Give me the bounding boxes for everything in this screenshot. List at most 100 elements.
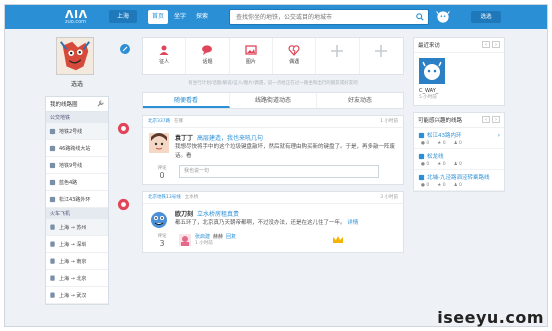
reply-avatar[interactable] bbox=[179, 233, 191, 246]
suggested-line[interactable]: 松江43路内环 › ● 0 ★ 0 ♟ 0 bbox=[414, 128, 504, 149]
train-icon bbox=[50, 291, 55, 298]
nav-ride[interactable]: 坐字 bbox=[170, 10, 190, 24]
pager: ‹ › bbox=[482, 41, 500, 49]
route-item[interactable]: 上海 → 南京 bbox=[46, 253, 108, 270]
expand-icon[interactable]: › bbox=[498, 132, 500, 139]
left-column: 选选 我的线路圈 公交地铁 地铁2号线 46路跨线大站 地铁9号线 蓝色4路 松… bbox=[45, 37, 109, 305]
share-type-bar: 征人 话题 图片 偶遇 bbox=[142, 37, 404, 75]
comment-row: 评论 3 张启建 赫赫 回复 1 小时前 bbox=[143, 231, 403, 252]
suggested-lines-title: 可能感兴趣的线路 bbox=[418, 118, 463, 124]
picture-icon bbox=[245, 45, 257, 55]
reply-time: 1 小时前 bbox=[195, 241, 213, 246]
star-count: ★ 0 bbox=[437, 162, 446, 167]
visitor-avatar[interactable] bbox=[419, 58, 445, 84]
search-icon[interactable] bbox=[416, 13, 424, 21]
suggested-lines-panel: 可能感兴趣的线路 ‹ › 松江43路内环 › ● 0 ★ 0 ♟ 0 松龙线 ● 0 ★ … bbox=[413, 112, 505, 192]
visitor-time: 5 小时前 bbox=[419, 95, 437, 100]
post-route[interactable]: 北京337路 在哪 bbox=[148, 116, 183, 127]
bus-icon bbox=[49, 162, 56, 168]
search-input[interactable] bbox=[230, 10, 410, 24]
suggested-line[interactable]: 北埔-九泾路泗泾转乘路线 ● 0 ★ 0 ♟ 0 bbox=[414, 170, 504, 191]
tab-friends[interactable]: 好友动态 bbox=[317, 93, 403, 108]
route-item[interactable]: 上海 → 武汉 bbox=[46, 287, 108, 304]
bus-icon bbox=[49, 196, 56, 202]
line-name[interactable]: 北埔-九泾路泗泾转乘路线 bbox=[427, 173, 490, 181]
next-arrow-icon[interactable]: › bbox=[492, 41, 500, 48]
line-item[interactable]: 松江43路外环 bbox=[46, 191, 108, 208]
people-icon bbox=[159, 45, 169, 55]
train-icon bbox=[50, 240, 55, 247]
bus-icon bbox=[418, 174, 425, 180]
author-avatar[interactable] bbox=[149, 209, 169, 229]
user-avatar[interactable] bbox=[56, 37, 94, 75]
line-name[interactable]: 松江43路内环 bbox=[427, 131, 462, 139]
post-title[interactable]: 立水桥房租真贵 bbox=[197, 211, 239, 218]
share-add-1[interactable] bbox=[316, 38, 360, 74]
route-item[interactable]: 上海 → 深圳 bbox=[46, 236, 108, 253]
share-photo[interactable]: 图片 bbox=[230, 38, 273, 74]
comment-count[interactable]: 评论 0 bbox=[149, 165, 175, 180]
prev-arrow-icon[interactable]: ‹ bbox=[482, 41, 490, 48]
line-item[interactable]: 蓝色4路 bbox=[46, 174, 108, 191]
bus-icon bbox=[418, 132, 425, 138]
post-text: 都五环了，北京真乃天朝帝都啊，不过没办法，还是在这儿住了一年。 详情 bbox=[175, 220, 359, 226]
chat-bubble-icon bbox=[202, 45, 213, 55]
top-bar: ΛIΛ zuo.com 上海 首页 坐字 探索 选选 bbox=[5, 5, 547, 29]
line-stats: ● 0 ★ 0 ♟ 0 bbox=[418, 162, 500, 167]
pager: ‹ › bbox=[482, 116, 500, 124]
wrench-icon[interactable] bbox=[97, 100, 104, 107]
line-stats: ● 0 ★ 0 ♟ 0 bbox=[418, 141, 500, 146]
nav-home[interactable]: 首页 bbox=[148, 10, 169, 24]
comment-row: 评论 0 我也说一句 bbox=[143, 163, 403, 184]
post-header: 北京地铁13号线 立水桥 3 小时前 bbox=[143, 192, 403, 204]
star-count: ★ 0 bbox=[437, 141, 446, 146]
share-recruit[interactable]: 征人 bbox=[143, 38, 187, 74]
feed-post: 北京337路 在哪 1 小时前 袁丁丁 高层建造，我也来吼几句 我想尽快将手中的这个… bbox=[117, 115, 404, 185]
author-name[interactable]: 欧刀刻 bbox=[175, 211, 193, 218]
compass-icon[interactable] bbox=[119, 43, 131, 55]
details-link[interactable]: 详情 bbox=[347, 220, 358, 226]
recent-visitors-title: 最近来访 bbox=[418, 43, 441, 49]
login-button[interactable]: 选选 bbox=[471, 11, 501, 23]
post-content: 欧刀刻 立水桥房租真贵 都五环了，北京真乃天朝帝都啊，不过没办法，还是在这儿住了一… bbox=[175, 209, 358, 229]
post-title[interactable]: 高层建造，我也来吼几句 bbox=[197, 135, 263, 142]
line-item[interactable]: 地铁9号线 bbox=[46, 157, 108, 174]
share-topic[interactable]: 话题 bbox=[186, 38, 230, 74]
post-body: 袁丁丁 高层建造，我也来吼几句 我想尽快将手中的这个垃圾键盘敲坏，然后就有理由购买… bbox=[143, 128, 403, 163]
city-selector[interactable]: 上海 bbox=[109, 10, 137, 23]
prev-arrow-icon[interactable]: ‹ bbox=[482, 116, 490, 123]
share-add-2[interactable] bbox=[360, 38, 403, 74]
line-item[interactable]: 地铁2号线 bbox=[46, 123, 108, 140]
ghost-mascot-icon[interactable] bbox=[435, 9, 451, 25]
username[interactable]: 选选 bbox=[45, 79, 109, 88]
post-route[interactable]: 北京地铁13号线 立水桥 bbox=[148, 192, 198, 203]
reply-content: 张启建 赫赫 回复 1 小时前 bbox=[195, 233, 236, 246]
author-line: 欧刀刻 立水桥房租真贵 bbox=[175, 209, 358, 218]
next-arrow-icon[interactable]: › bbox=[492, 116, 500, 123]
pin-count: ● 0 bbox=[421, 162, 430, 167]
author-avatar[interactable] bbox=[149, 133, 169, 153]
line-name[interactable]: 松龙线 bbox=[427, 152, 444, 160]
comment-input[interactable]: 我也说一句 bbox=[179, 165, 379, 178]
visitor-card[interactable]: C_WAY_ 5 小时前 bbox=[414, 53, 504, 105]
tab-line-activity[interactable]: 线路街道动态 bbox=[230, 93, 317, 108]
route-item[interactable]: 上海 → 北京 bbox=[46, 270, 108, 287]
route-marker-icon bbox=[117, 198, 130, 211]
post-content: 袁丁丁 高层建造，我也来吼几句 我想尽快将手中的这个垃圾键盘敲坏，然后就有理由购买… bbox=[175, 133, 397, 161]
post-body: 欧刀刻 立水桥房租真贵 都五环了，北京真乃天朝帝都啊，不过没办法，还是在这儿住了一… bbox=[143, 204, 403, 231]
route-item[interactable]: 上海 → 苏州 bbox=[46, 219, 108, 236]
train-icon bbox=[50, 223, 55, 230]
star-count: ★ 0 bbox=[437, 183, 446, 188]
tab-browse[interactable]: 随便看看 bbox=[143, 93, 230, 108]
nav-explore[interactable]: 探索 bbox=[192, 10, 212, 24]
route-marker-icon bbox=[117, 122, 130, 135]
line-item[interactable]: 46路跨线大站 bbox=[46, 140, 108, 157]
reply-button[interactable]: 回复 bbox=[226, 234, 236, 240]
author-name[interactable]: 袁丁丁 bbox=[175, 135, 193, 142]
search-box bbox=[229, 9, 429, 25]
my-lines-title: 我的线路圈 bbox=[50, 102, 78, 108]
suggested-line[interactable]: 松龙线 ● 0 ★ 0 ♟ 0 bbox=[414, 149, 504, 170]
recent-visitors-panel: 最近来访 ‹ › C_WAY_ 5 小时前 bbox=[413, 37, 505, 106]
share-encounter[interactable]: 偶遇 bbox=[273, 38, 317, 74]
comment-count[interactable]: 评论 3 bbox=[149, 233, 175, 248]
